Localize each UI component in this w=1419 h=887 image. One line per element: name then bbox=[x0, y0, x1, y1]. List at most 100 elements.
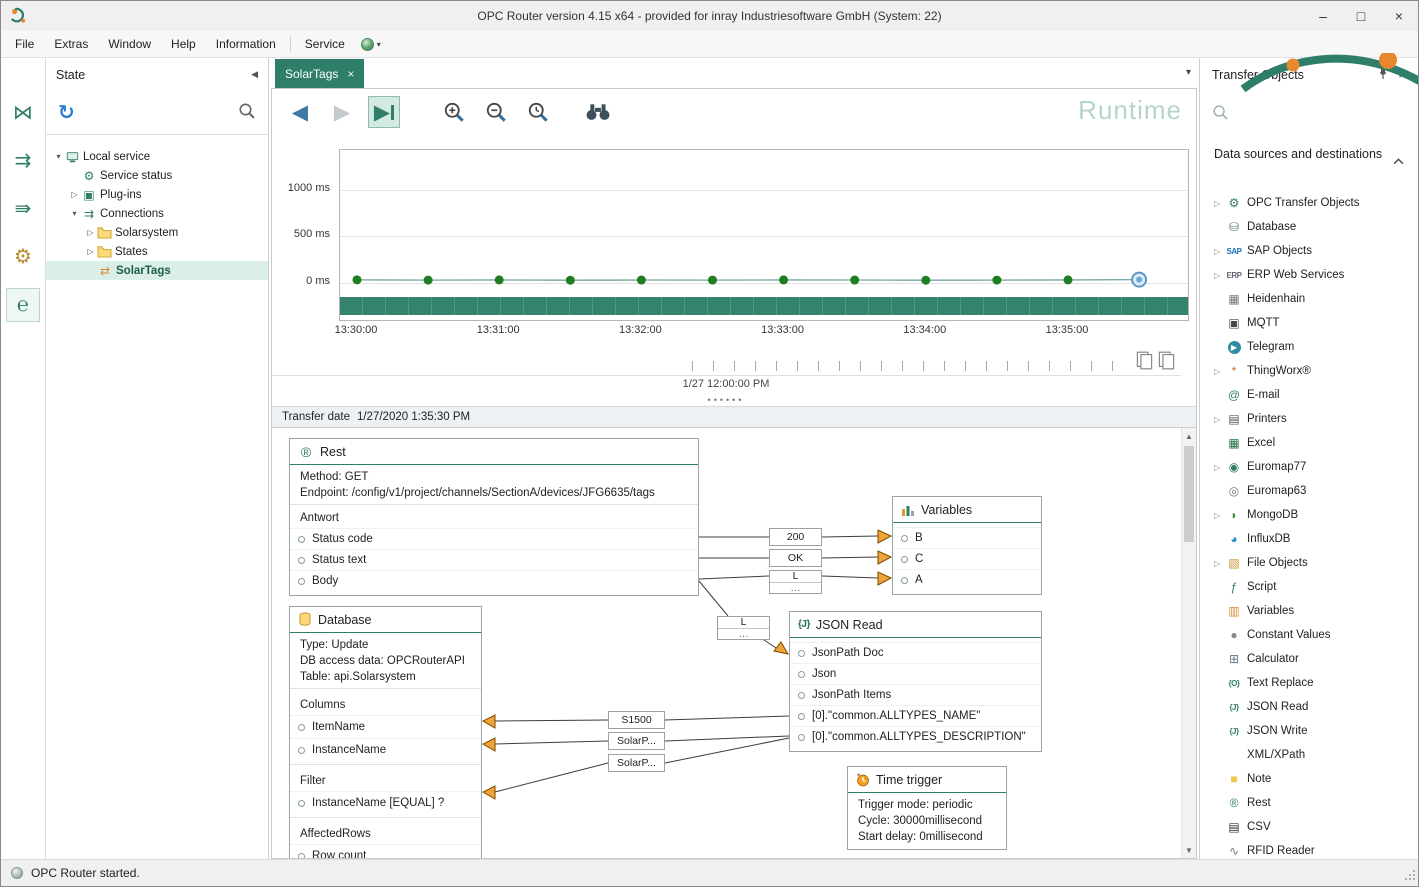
transfer-object-text-replace[interactable]: {O}Text Replace bbox=[1200, 671, 1418, 695]
tab-list-dropdown-icon[interactable]: ▾ bbox=[1186, 67, 1191, 78]
transfer-object-erp-web-services[interactable]: ▷ERPERP Web Services bbox=[1200, 263, 1418, 287]
transfer-point[interactable] bbox=[992, 276, 1001, 285]
value-box-l[interactable]: L… bbox=[717, 616, 770, 640]
transfer-object-e-mail[interactable]: @E-mail bbox=[1200, 383, 1418, 407]
port-instancename-equal[interactable]: InstanceName [EQUAL] ? bbox=[290, 791, 481, 814]
tree-item-service-status[interactable]: ⚙Service status bbox=[46, 166, 268, 185]
transfer-object-constant-values[interactable]: ●Constant Values bbox=[1200, 623, 1418, 647]
transfer-object-json-write[interactable]: {J}JSON Write bbox=[1200, 719, 1418, 743]
value-box-ok[interactable]: OK bbox=[769, 549, 822, 567]
flow-node-rest[interactable]: ®RestMethod: GETEndpoint: /config/v1/pro… bbox=[289, 438, 699, 596]
scroll-up-icon[interactable]: ▲ bbox=[1182, 428, 1196, 444]
tree-item-plug-ins[interactable]: ▷▣Plug-ins bbox=[46, 185, 268, 204]
port-jsonpath-items[interactable]: JsonPath Items bbox=[790, 684, 1041, 705]
port-status-text[interactable]: Status text bbox=[290, 549, 698, 570]
transfer-object-rest[interactable]: ®Rest bbox=[1200, 791, 1418, 815]
resize-grip[interactable] bbox=[1404, 869, 1416, 884]
history-back-button[interactable]: ◀ bbox=[284, 96, 316, 128]
tree-item-connections[interactable]: ▾⇉Connections bbox=[46, 204, 268, 223]
find-button[interactable] bbox=[582, 96, 614, 128]
port-itemname[interactable]: ItemName bbox=[290, 715, 481, 738]
tree-expander-icon[interactable]: ▷ bbox=[84, 228, 97, 237]
splitter-handle[interactable]: •••••• bbox=[269, 395, 1183, 405]
port-b[interactable]: B bbox=[893, 527, 1041, 548]
transfer-object-euromap77[interactable]: ▷◉Euromap77 bbox=[1200, 455, 1418, 479]
transfer-object-script[interactable]: ƒScript bbox=[1200, 575, 1418, 599]
scroll-down-icon[interactable]: ▼ bbox=[1182, 842, 1196, 858]
pin-icon[interactable] bbox=[1378, 66, 1388, 83]
refresh-icon[interactable]: ↻ bbox=[58, 103, 75, 123]
transfer-object-mongodb[interactable]: ▷◗MongoDB bbox=[1200, 503, 1418, 527]
port-0-common-alltypes-description[interactable]: [0]."common.ALLTYPES_DESCRIPTION" bbox=[790, 726, 1041, 747]
search-icon[interactable] bbox=[1212, 104, 1229, 124]
zoom-out-button[interactable] bbox=[480, 96, 512, 128]
history-forward-button[interactable]: ▶ bbox=[326, 96, 358, 128]
tree-item-solartags[interactable]: ⇄SolarTags bbox=[46, 261, 268, 280]
value-box-200[interactable]: 200 bbox=[769, 528, 822, 546]
zoom-reset-button[interactable] bbox=[522, 96, 554, 128]
search-icon[interactable] bbox=[238, 102, 256, 123]
transfer-object-heidenhain[interactable]: ▦Heidenhain bbox=[1200, 287, 1418, 311]
port-a[interactable]: A bbox=[893, 569, 1041, 590]
expander-icon[interactable]: ▷ bbox=[1214, 463, 1226, 472]
transfer-object-file-objects[interactable]: ▷▧File Objects bbox=[1200, 551, 1418, 575]
expander-icon[interactable]: ▷ bbox=[1214, 271, 1226, 280]
expander-icon[interactable]: ▷ bbox=[1214, 199, 1226, 208]
transfer-object-json-read[interactable]: {J}JSON Read bbox=[1200, 695, 1418, 719]
transfer-object-csv[interactable]: ▤CSV bbox=[1200, 815, 1418, 839]
tree-expander-icon[interactable]: ▾ bbox=[52, 152, 65, 161]
transfer-point[interactable] bbox=[1064, 275, 1073, 284]
transfer-point[interactable] bbox=[921, 276, 930, 285]
transfer-point[interactable] bbox=[708, 276, 717, 285]
transfer-point[interactable] bbox=[779, 275, 788, 284]
flow-node-time-trigger[interactable]: Time triggerTrigger mode: periodicCycle:… bbox=[847, 766, 1007, 850]
transfer-object-note[interactable]: ■Note bbox=[1200, 767, 1418, 791]
tree-item-local-service[interactable]: ▾Local service bbox=[46, 147, 268, 166]
flow-node-database[interactable]: DatabaseType: UpdateDB access data: OPCR… bbox=[289, 606, 482, 858]
transfer-point[interactable] bbox=[424, 276, 433, 285]
transfer-object-sap-objects[interactable]: ▷SAPSAP Objects bbox=[1200, 239, 1418, 263]
maximize-button[interactable]: □ bbox=[1342, 1, 1380, 31]
transfer-point[interactable] bbox=[353, 275, 362, 284]
nav-template-list-button[interactable]: ⇛ bbox=[6, 192, 40, 226]
expander-icon[interactable]: ▷ bbox=[1214, 511, 1226, 520]
transfer-point[interactable] bbox=[637, 276, 646, 285]
close-button[interactable]: × bbox=[1380, 1, 1418, 31]
transfer-object-opc-transfer-objects[interactable]: ▷⚙OPC Transfer Objects bbox=[1200, 191, 1418, 215]
value-box-solarp[interactable]: SolarP... bbox=[608, 732, 665, 750]
transfer-object-database[interactable]: ⛁Database bbox=[1200, 215, 1418, 239]
transfer-object-telegram[interactable]: ▶Telegram bbox=[1200, 335, 1418, 359]
transfer-object-variables[interactable]: ▥Variables bbox=[1200, 599, 1418, 623]
port-body[interactable]: Body bbox=[290, 570, 698, 591]
flow-canvas[interactable]: ®RestMethod: GETEndpoint: /config/v1/pro… bbox=[272, 428, 1181, 858]
expander-icon[interactable]: ▷ bbox=[1214, 247, 1226, 256]
tab-close-icon[interactable]: × bbox=[347, 67, 354, 81]
port-0-common-alltypes-name[interactable]: [0]."common.ALLTYPES_NAME" bbox=[790, 705, 1041, 726]
transfer-object-influxdb[interactable]: ◕InfluxDB bbox=[1200, 527, 1418, 551]
canvas-scrollbar[interactable]: ▲ ▼ bbox=[1181, 428, 1196, 858]
value-box-l[interactable]: L… bbox=[769, 570, 822, 594]
menu-help[interactable]: Help bbox=[161, 32, 206, 56]
scrollbar-thumb[interactable] bbox=[1184, 446, 1194, 542]
transfer-point[interactable] bbox=[850, 276, 859, 285]
expander-icon[interactable]: ▷ bbox=[1214, 367, 1226, 376]
section-data-sources[interactable]: Data sources and destinations bbox=[1214, 146, 1384, 163]
nav-connections-nav-button[interactable]: ⋈ bbox=[6, 96, 40, 130]
port-c[interactable]: C bbox=[893, 548, 1041, 569]
transfer-point[interactable] bbox=[566, 276, 575, 285]
transfer-object-mqtt[interactable]: ▣MQTT bbox=[1200, 311, 1418, 335]
collapse-panel-icon[interactable]: ◀ bbox=[251, 69, 258, 80]
nav-opc-router-logo-button[interactable]: ℮ bbox=[6, 288, 40, 322]
transfer-object-thingworx[interactable]: ▷*ThingWorx® bbox=[1200, 359, 1418, 383]
close-panel-icon[interactable]: × bbox=[1398, 67, 1406, 82]
value-box-s1500[interactable]: S1500 bbox=[608, 711, 665, 729]
expander-icon[interactable]: ▷ bbox=[1214, 415, 1226, 424]
zoom-in-button[interactable] bbox=[438, 96, 470, 128]
transfer-point[interactable] bbox=[495, 275, 504, 284]
transfer-object-calculator[interactable]: ⊞Calculator bbox=[1200, 647, 1418, 671]
tree-expander-icon[interactable]: ▷ bbox=[68, 190, 81, 199]
port-jsonpath-doc[interactable]: JsonPath Doc bbox=[790, 642, 1041, 663]
menu-service[interactable]: Service bbox=[295, 32, 355, 56]
transfer-object-excel[interactable]: ▦Excel bbox=[1200, 431, 1418, 455]
expander-icon[interactable]: ▷ bbox=[1214, 559, 1226, 568]
